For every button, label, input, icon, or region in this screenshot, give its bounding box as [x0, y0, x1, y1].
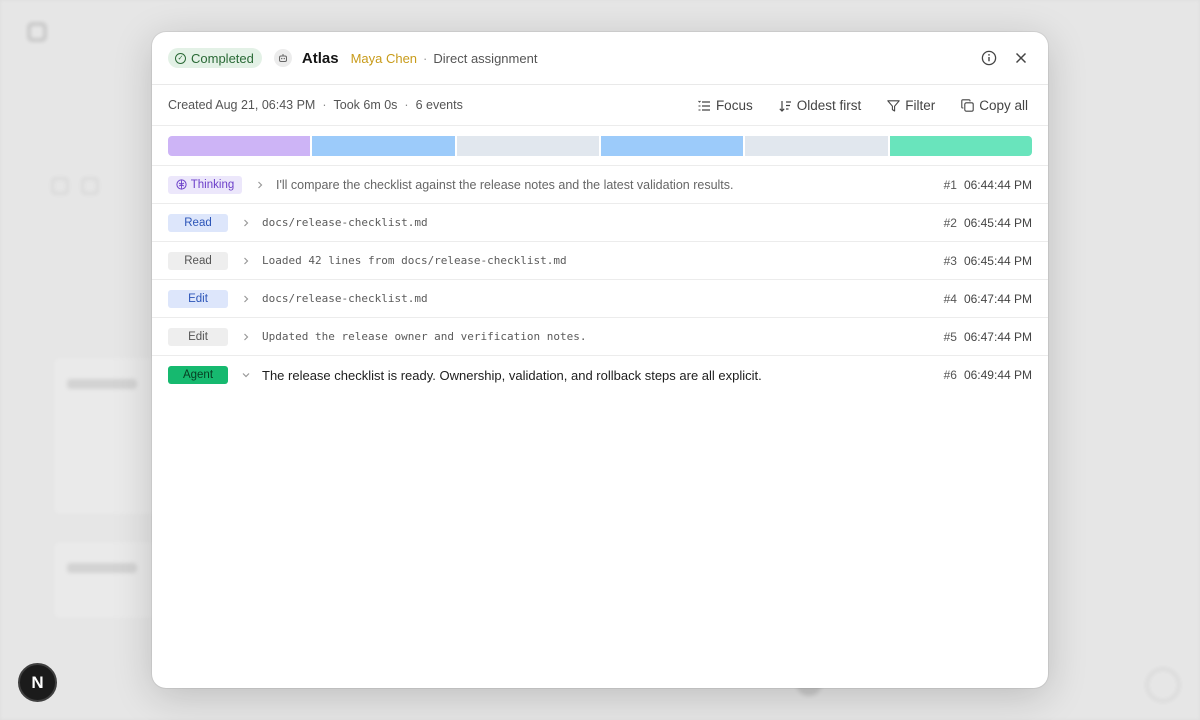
- event-time: 06:45:44 PM: [963, 216, 1032, 230]
- filter-button[interactable]: Filter: [887, 98, 935, 113]
- event-text: The release checklist is ready. Ownershi…: [262, 367, 762, 383]
- list-icon: [698, 100, 710, 111]
- sort-label: Oldest first: [796, 98, 862, 113]
- timeline-segment[interactable]: [456, 135, 599, 156]
- chevron-down-icon[interactable]: [238, 371, 254, 379]
- event-text: I'll compare the checklist against the r…: [276, 177, 734, 192]
- timeline-segment[interactable]: [312, 135, 455, 156]
- edit-result-tag: Edit: [168, 327, 228, 346]
- separator: ·: [404, 98, 409, 112]
- focus-label: Focus: [715, 98, 753, 113]
- event-number: #1: [943, 178, 957, 192]
- copy-icon: [961, 99, 974, 112]
- read-tag: Read: [168, 213, 228, 232]
- event-number: #3: [943, 254, 957, 268]
- assignment-type: Direct assignment: [433, 50, 538, 66]
- check-circle-icon: ✓: [175, 52, 186, 64]
- separator: ·: [322, 98, 327, 112]
- event-timeline: [152, 126, 1048, 166]
- event-time: 06:49:44 PM: [963, 368, 1032, 382]
- sort-button[interactable]: Oldest first: [779, 98, 862, 113]
- event-row[interactable]: Read docs/release-checklist.md #2 06:45:…: [152, 204, 1048, 242]
- tag-label: Thinking: [190, 178, 235, 191]
- event-number: #2: [943, 216, 957, 230]
- read-result-tag: Read: [168, 251, 228, 270]
- agent-tag: Agent: [168, 366, 228, 384]
- chevron-right-icon[interactable]: [238, 333, 254, 341]
- separator: ·: [423, 50, 428, 66]
- activity-modal: ✓ Completed Atlas Maya Chen · Direct ass…: [152, 32, 1048, 688]
- sort-icon: [779, 100, 791, 112]
- timeline-segment[interactable]: [745, 135, 888, 156]
- chevron-right-icon[interactable]: [238, 295, 254, 303]
- event-row[interactable]: Agent The release checklist is ready. Ow…: [152, 356, 1048, 394]
- status-label: Completed: [191, 50, 254, 66]
- chevron-right-icon[interactable]: [238, 257, 254, 265]
- event-row[interactable]: Edit docs/release-checklist.md #4 06:47:…: [152, 280, 1048, 318]
- event-time: 06:44:44 PM: [963, 178, 1032, 192]
- event-time: 06:47:44 PM: [963, 292, 1032, 306]
- modal-header: ✓ Completed Atlas Maya Chen · Direct ass…: [152, 32, 1048, 85]
- event-text: Updated the release owner and verificati…: [262, 330, 587, 343]
- event-number: #4: [943, 292, 957, 306]
- event-number: #6: [943, 368, 957, 382]
- event-text: Loaded 42 lines from docs/release-checkl…: [262, 254, 567, 267]
- event-row[interactable]: Read Loaded 42 lines from docs/release-c…: [152, 242, 1048, 280]
- timeline-segment[interactable]: [889, 135, 1032, 156]
- event-row[interactable]: Thinking I'll compare the checklist agai…: [152, 166, 1048, 204]
- close-icon[interactable]: [1012, 49, 1030, 67]
- created-time: Created Aug 21, 06:43 PM: [168, 98, 316, 112]
- chevron-right-icon[interactable]: [238, 219, 254, 227]
- event-list: Thinking I'll compare the checklist agai…: [152, 166, 1048, 394]
- event-row[interactable]: Edit Updated the release owner and verif…: [152, 318, 1048, 356]
- edit-tag: Edit: [168, 289, 228, 308]
- n-badge[interactable]: N: [18, 663, 57, 702]
- copy-all-label: Copy all: [979, 98, 1028, 113]
- modal-meta-bar: Created Aug 21, 06:43 PM · Took 6m 0s · …: [152, 85, 1048, 126]
- chevron-right-icon[interactable]: [252, 181, 268, 189]
- agent-name: Atlas: [301, 49, 339, 67]
- event-number: #5: [943, 330, 957, 344]
- brain-icon: [176, 179, 187, 190]
- duration: Took 6m 0s: [333, 98, 398, 112]
- status-badge: ✓ Completed: [168, 48, 262, 68]
- focus-button[interactable]: Focus: [698, 98, 753, 113]
- toolbar: Focus Oldest first Filter Copy all: [698, 85, 1028, 126]
- event-text: docs/release-checklist.md: [262, 292, 428, 305]
- filter-label: Filter: [905, 98, 936, 113]
- event-text: docs/release-checklist.md: [262, 216, 428, 229]
- timeline-segment[interactable]: [600, 135, 744, 156]
- filter-icon: [887, 99, 900, 112]
- timeline-segment[interactable]: [168, 135, 311, 156]
- n-badge-letter: N: [31, 672, 44, 692]
- thinking-tag: Thinking: [168, 175, 242, 194]
- bot-icon: [273, 49, 292, 67]
- event-count: 6 events: [415, 98, 463, 112]
- info-icon[interactable]: [980, 49, 998, 67]
- event-time: 06:45:44 PM: [963, 254, 1032, 268]
- assignee-name[interactable]: Maya Chen: [351, 51, 417, 66]
- event-time: 06:47:44 PM: [963, 330, 1032, 344]
- copy-all-button[interactable]: Copy all: [961, 98, 1028, 113]
